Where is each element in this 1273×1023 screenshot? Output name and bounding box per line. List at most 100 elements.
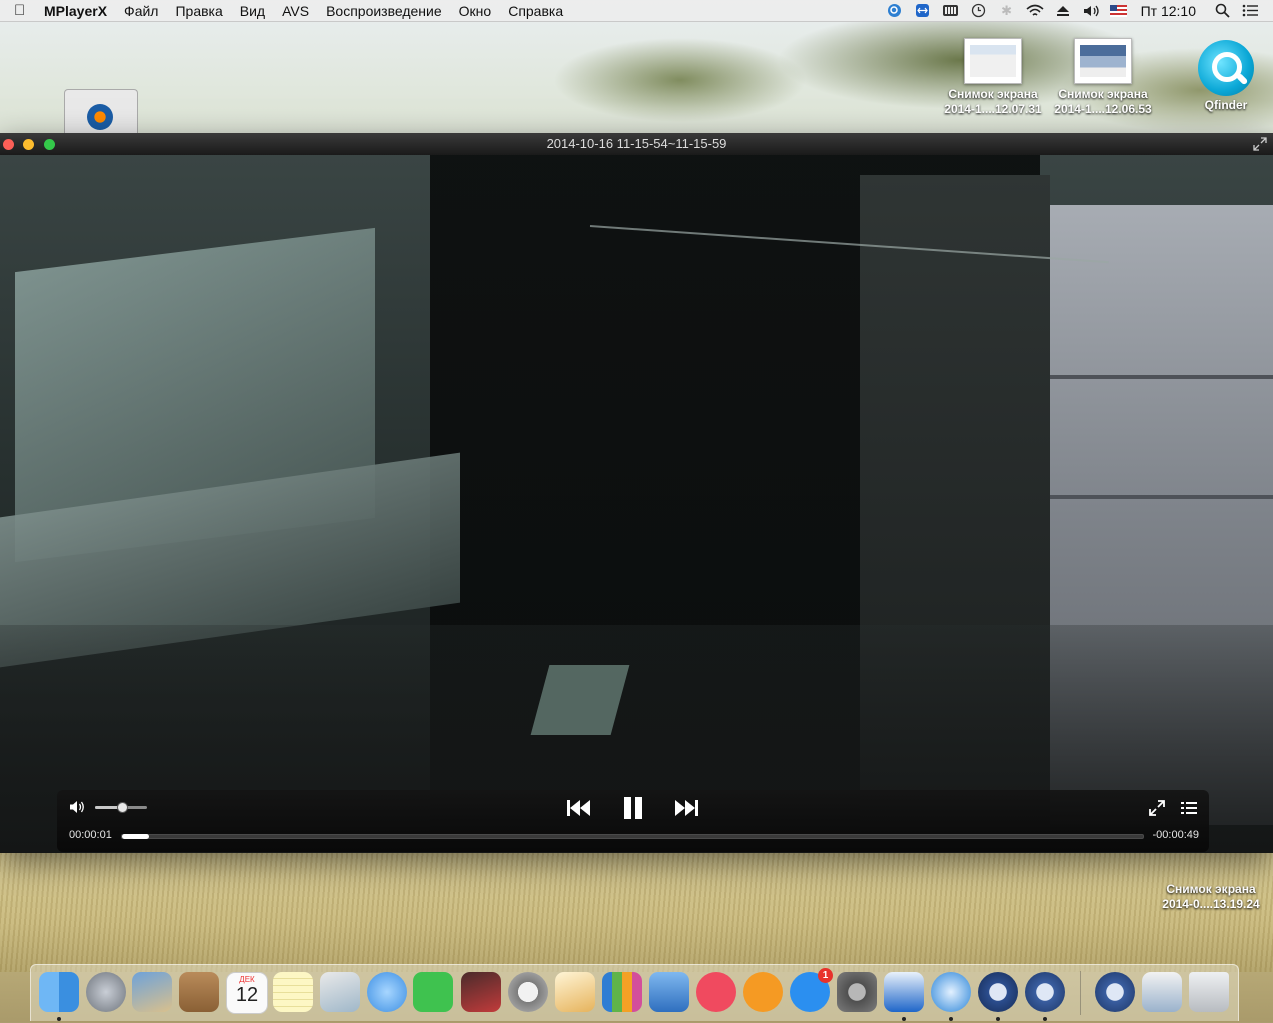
running-indicator <box>1043 1017 1047 1021</box>
menu-file[interactable]: Файл <box>124 3 158 19</box>
video-frame[interactable] <box>0 155 1273 853</box>
qfinder-icon <box>1198 40 1254 96</box>
desktop-screenshot-3[interactable]: Снимок экрана 2014-0....13.19.24 <box>1152 852 1270 912</box>
menu-playback[interactable]: Воспроизведение <box>326 3 442 19</box>
seek-bar[interactable] <box>121 834 1144 839</box>
safari-icon[interactable] <box>931 972 971 1012</box>
time-machine-icon[interactable] <box>970 3 988 18</box>
menu-help[interactable]: Справка <box>508 3 563 19</box>
launchpad-icon[interactable] <box>86 972 126 1012</box>
desktop-screenshot-2[interactable]: Снимок экрана 2014-1....12.06.53 <box>1048 38 1158 117</box>
pause-button[interactable] <box>618 795 648 821</box>
preview-photo-icon[interactable] <box>132 972 172 1012</box>
notes-icon[interactable] <box>273 972 313 1012</box>
mplayerx-icon[interactable] <box>978 972 1018 1012</box>
running-indicator <box>996 1017 1000 1021</box>
status-area: ✱ Пт 12:10 <box>881 0 1273 21</box>
running-indicator <box>949 1017 953 1021</box>
calendar-icon[interactable]: ДЕК 12 <box>226 972 268 1014</box>
ibooks-icon[interactable] <box>743 972 783 1012</box>
close-window-button[interactable] <box>3 139 14 150</box>
screenshot-thumbnail-icon <box>964 38 1022 84</box>
playlist-button[interactable] <box>1178 795 1200 821</box>
system-preferences-icon[interactable] <box>837 972 877 1012</box>
keynote-icon[interactable] <box>649 972 689 1012</box>
notification-center-icon[interactable] <box>1241 3 1259 18</box>
previous-icon <box>567 800 590 816</box>
eject-icon[interactable] <box>1054 3 1072 18</box>
dock-separator <box>1080 971 1081 1015</box>
next-button[interactable] <box>671 795 701 821</box>
battery-monitor-icon[interactable] <box>942 3 960 18</box>
volume-slider-knob[interactable] <box>117 802 128 813</box>
menu-window[interactable]: Окно <box>459 3 492 19</box>
calendar-day: 12 <box>235 984 259 1006</box>
teamviewer-status-icon[interactable] <box>914 3 932 18</box>
desktop-icon-label: Qfinder <box>1204 98 1248 112</box>
image-capture-icon[interactable] <box>320 972 360 1012</box>
previous-button[interactable] <box>564 795 594 821</box>
us-flag-icon[interactable] <box>1110 3 1128 18</box>
menu-view[interactable]: Вид <box>240 3 265 19</box>
desktop-icon-sublabel: 2014-1....12.07.31 <box>944 102 1042 116</box>
time-remaining[interactable]: -00:00:49 <box>1153 829 1199 841</box>
mplayerx-window: 2014-10-16 11-15-54~11-15-59 00:00:01 -0… <box>0 133 1273 853</box>
app-store-icon[interactable]: 1 <box>790 968 833 1012</box>
menubar-clock[interactable]: Пт 12:10 <box>1141 3 1196 19</box>
calendar-month: ДЕК <box>239 975 255 984</box>
spotlight-icon[interactable] <box>1213 3 1231 18</box>
fullscreen-icon <box>1149 800 1165 816</box>
desktop-icon-sublabel: 2014-1....12.06.53 <box>1054 102 1152 116</box>
menu-bar:  MPlayerX Файл Правка Вид AVS Воспроизв… <box>0 0 1273 22</box>
apple-menu-icon[interactable]:  <box>14 2 30 19</box>
parental-controls-icon[interactable] <box>508 972 548 1012</box>
desktop-qfinder-alias[interactable]: Qfinder <box>1190 40 1262 113</box>
dock: ДЕК 12 1 <box>30 964 1239 1021</box>
facetime-icon[interactable] <box>413 972 453 1012</box>
screenshot-thumbnail-icon <box>1074 38 1132 84</box>
photo-booth-icon[interactable] <box>461 972 501 1012</box>
bluetooth-icon[interactable]: ✱ <box>998 3 1016 18</box>
finder-icon[interactable] <box>39 972 79 1012</box>
pause-icon <box>624 797 642 819</box>
menu-app-name[interactable]: MPlayerX <box>44 3 107 19</box>
seek-bar-progress <box>122 834 149 839</box>
zoom-window-button[interactable] <box>44 139 55 150</box>
fullscreen-button[interactable] <box>1146 795 1168 821</box>
app-store-badge: 1 <box>818 968 833 983</box>
wifi-icon[interactable] <box>1026 3 1044 18</box>
messages-icon[interactable] <box>367 972 407 1012</box>
volume-icon[interactable] <box>69 799 87 815</box>
desktop-icon-label: Снимок экрана <box>1166 882 1256 896</box>
window-title: 2014-10-16 11-15-54~11-15-59 <box>546 136 727 151</box>
teamviewer-icon[interactable] <box>884 972 924 1012</box>
video-document-icon[interactable] <box>1095 972 1135 1012</box>
running-indicator <box>902 1017 906 1021</box>
desktop-video-file-icon[interactable] <box>64 89 138 134</box>
playback-controls: 00:00:01 -00:00:49 <box>57 790 1209 852</box>
menu-avs[interactable]: AVS <box>282 3 309 19</box>
next-icon <box>675 800 698 816</box>
itunes-icon[interactable] <box>696 972 736 1012</box>
fullscreen-corner-icon[interactable] <box>1253 137 1267 151</box>
minimize-window-button[interactable] <box>23 139 34 150</box>
downloads-stack-icon[interactable] <box>1142 972 1182 1012</box>
desktop-icon-label: Снимок экрана <box>948 87 1038 101</box>
volume-status-icon[interactable] <box>1082 3 1100 18</box>
pages-icon[interactable] <box>555 972 595 1012</box>
desktop-icon-label: Снимок экрана <box>1058 87 1148 101</box>
wallpaper-grass <box>0 852 1273 972</box>
trash-icon[interactable] <box>1189 972 1229 1012</box>
volume-slider[interactable] <box>95 802 147 813</box>
window-titlebar[interactable]: 2014-10-16 11-15-54~11-15-59 <box>0 133 1273 156</box>
playlist-icon <box>1181 802 1197 814</box>
desktop-screenshot-1[interactable]: Снимок экрана 2014-1....12.07.31 <box>938 38 1048 117</box>
menu-edit[interactable]: Правка <box>175 3 222 19</box>
numbers-icon[interactable] <box>602 972 642 1012</box>
qfinder-status-icon[interactable] <box>886 3 904 18</box>
contacts-icon[interactable] <box>179 972 219 1012</box>
desktop-icon-sublabel: 2014-0....13.19.24 <box>1162 897 1260 911</box>
media-player-icon[interactable] <box>1025 972 1065 1012</box>
running-indicator <box>57 1017 61 1021</box>
time-elapsed: 00:00:01 <box>69 829 112 841</box>
